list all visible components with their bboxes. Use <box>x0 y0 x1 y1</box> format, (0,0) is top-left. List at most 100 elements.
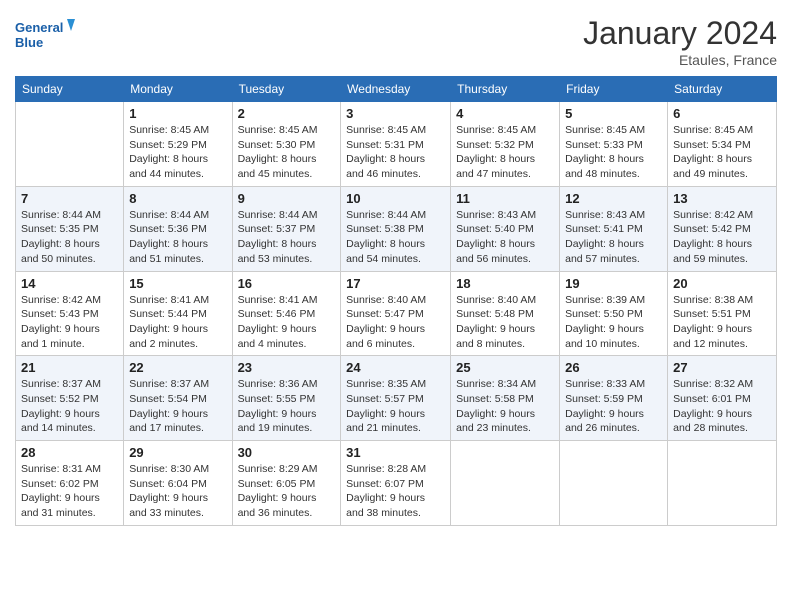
day-info: Sunrise: 8:32 AMSunset: 6:01 PMDaylight:… <box>673 377 771 436</box>
day-cell: 2Sunrise: 8:45 AMSunset: 5:30 PMDaylight… <box>232 102 341 187</box>
week-row-4: 21 Sunrise: 8:37 AMSunset: 5:52 PMDayligh… <box>16 356 777 441</box>
day-cell: 22 Sunrise: 8:37 AMSunset: 5:54 PMDayligh… <box>124 356 232 441</box>
day-cell: 29Sunrise: 8:30 AMSunset: 6:04 PMDayligh… <box>124 441 232 526</box>
day-number: 14 <box>21 276 118 291</box>
day-cell: 13 Sunrise: 8:42 AMSunset: 5:42 PMDayligh… <box>668 186 777 271</box>
title-block: January 2024 Etaules, France <box>583 15 777 68</box>
day-number: 22 <box>129 360 226 375</box>
day-info: Sunrise: 8:37 AMSunset: 5:52 PMDaylight:… <box>21 377 118 436</box>
day-info: Sunrise: 8:36 AMSunset: 5:55 PMDaylight:… <box>238 377 336 436</box>
day-number: 13 <box>673 191 771 206</box>
day-number: 12 <box>565 191 662 206</box>
header: General Blue January 2024 Etaules, Franc… <box>15 15 777 68</box>
day-number: 7 <box>21 191 118 206</box>
day-cell: 27 Sunrise: 8:32 AMSunset: 6:01 PMDayligh… <box>668 356 777 441</box>
day-info: Sunrise: 8:41 AMSunset: 5:46 PMDaylight:… <box>238 293 336 352</box>
day-number: 5 <box>565 106 662 121</box>
week-row-2: 7Sunrise: 8:44 AMSunset: 5:35 PMDaylight… <box>16 186 777 271</box>
day-cell <box>560 441 668 526</box>
day-info: Sunrise: 8:45 AMSunset: 5:29 PMDaylight:… <box>129 123 226 182</box>
day-cell: 15Sunrise: 8:41 AMSunset: 5:44 PMDayligh… <box>124 271 232 356</box>
day-number: 20 <box>673 276 771 291</box>
day-cell: 21 Sunrise: 8:37 AMSunset: 5:52 PMDayligh… <box>16 356 124 441</box>
day-info: Sunrise: 8:44 AMSunset: 5:37 PMDaylight:… <box>238 208 336 267</box>
day-number: 27 <box>673 360 771 375</box>
week-row-5: 28Sunrise: 8:31 AMSunset: 6:02 PMDayligh… <box>16 441 777 526</box>
week-row-1: 1 Sunrise: 8:45 AMSunset: 5:29 PMDaylight… <box>16 102 777 187</box>
day-number: 31 <box>346 445 445 460</box>
logo-svg: General Blue <box>15 15 75 55</box>
day-cell: 28Sunrise: 8:31 AMSunset: 6:02 PMDayligh… <box>16 441 124 526</box>
day-header-monday: Monday <box>124 77 232 102</box>
day-cell: 1 Sunrise: 8:45 AMSunset: 5:29 PMDaylight… <box>124 102 232 187</box>
day-info: Sunrise: 8:42 AMSunset: 5:42 PMDaylight:… <box>673 208 771 267</box>
day-header-sunday: Sunday <box>16 77 124 102</box>
day-info: Sunrise: 8:33 AMSunset: 5:59 PMDaylight:… <box>565 377 662 436</box>
day-cell: 11Sunrise: 8:43 AMSunset: 5:40 PMDayligh… <box>451 186 560 271</box>
day-info: Sunrise: 8:45 AMSunset: 5:31 PMDaylight:… <box>346 123 445 182</box>
day-cell: 30Sunrise: 8:29 AMSunset: 6:05 PMDayligh… <box>232 441 341 526</box>
day-cell: 4Sunrise: 8:45 AMSunset: 5:32 PMDaylight… <box>451 102 560 187</box>
day-header-thursday: Thursday <box>451 77 560 102</box>
day-info: Sunrise: 8:44 AMSunset: 5:36 PMDaylight:… <box>129 208 226 267</box>
page-container: General Blue January 2024 Etaules, Franc… <box>0 0 792 612</box>
day-cell: 9 Sunrise: 8:44 AMSunset: 5:37 PMDaylight… <box>232 186 341 271</box>
day-number: 21 <box>21 360 118 375</box>
day-info: Sunrise: 8:41 AMSunset: 5:44 PMDaylight:… <box>129 293 226 352</box>
day-info: Sunrise: 8:29 AMSunset: 6:05 PMDaylight:… <box>238 462 336 521</box>
day-cell <box>451 441 560 526</box>
day-cell: 8 Sunrise: 8:44 AMSunset: 5:36 PMDaylight… <box>124 186 232 271</box>
day-cell: 6Sunrise: 8:45 AMSunset: 5:34 PMDaylight… <box>668 102 777 187</box>
day-number: 26 <box>565 360 662 375</box>
day-cell: 17Sunrise: 8:40 AMSunset: 5:47 PMDayligh… <box>341 271 451 356</box>
day-cell: 16 Sunrise: 8:41 AMSunset: 5:46 PMDayligh… <box>232 271 341 356</box>
day-cell <box>16 102 124 187</box>
day-info: Sunrise: 8:34 AMSunset: 5:58 PMDaylight:… <box>456 377 554 436</box>
day-cell: 3 Sunrise: 8:45 AMSunset: 5:31 PMDaylight… <box>341 102 451 187</box>
day-number: 18 <box>456 276 554 291</box>
day-cell: 18 Sunrise: 8:40 AMSunset: 5:48 PMDayligh… <box>451 271 560 356</box>
day-info: Sunrise: 8:38 AMSunset: 5:51 PMDaylight:… <box>673 293 771 352</box>
day-info: Sunrise: 8:35 AMSunset: 5:57 PMDaylight:… <box>346 377 445 436</box>
day-cell: 25Sunrise: 8:34 AMSunset: 5:58 PMDayligh… <box>451 356 560 441</box>
day-number: 9 <box>238 191 336 206</box>
day-info: Sunrise: 8:45 AMSunset: 5:33 PMDaylight:… <box>565 123 662 182</box>
day-header-tuesday: Tuesday <box>232 77 341 102</box>
day-number: 16 <box>238 276 336 291</box>
day-info: Sunrise: 8:37 AMSunset: 5:54 PMDaylight:… <box>129 377 226 436</box>
day-number: 24 <box>346 360 445 375</box>
day-cell: 20 Sunrise: 8:38 AMSunset: 5:51 PMDayligh… <box>668 271 777 356</box>
day-cell: 10Sunrise: 8:44 AMSunset: 5:38 PMDayligh… <box>341 186 451 271</box>
day-cell: 26 Sunrise: 8:33 AMSunset: 5:59 PMDayligh… <box>560 356 668 441</box>
logo: General Blue <box>15 15 75 55</box>
day-number: 3 <box>346 106 445 121</box>
day-cell: 12 Sunrise: 8:43 AMSunset: 5:41 PMDayligh… <box>560 186 668 271</box>
location: Etaules, France <box>583 52 777 68</box>
day-cell: 19 Sunrise: 8:39 AMSunset: 5:50 PMDayligh… <box>560 271 668 356</box>
day-info: Sunrise: 8:42 AMSunset: 5:43 PMDaylight:… <box>21 293 118 352</box>
day-cell: 24 Sunrise: 8:35 AMSunset: 5:57 PMDayligh… <box>341 356 451 441</box>
day-number: 29 <box>129 445 226 460</box>
day-cell: 14 Sunrise: 8:42 AMSunset: 5:43 PMDayligh… <box>16 271 124 356</box>
day-number: 8 <box>129 191 226 206</box>
day-cell: 7Sunrise: 8:44 AMSunset: 5:35 PMDaylight… <box>16 186 124 271</box>
day-info: Sunrise: 8:40 AMSunset: 5:48 PMDaylight:… <box>456 293 554 352</box>
day-number: 28 <box>21 445 118 460</box>
day-cell <box>668 441 777 526</box>
calendar-table: SundayMondayTuesdayWednesdayThursdayFrid… <box>15 76 777 526</box>
svg-text:General: General <box>15 20 63 35</box>
day-header-friday: Friday <box>560 77 668 102</box>
day-number: 11 <box>456 191 554 206</box>
day-cell: 31Sunrise: 8:28 AMSunset: 6:07 PMDayligh… <box>341 441 451 526</box>
day-info: Sunrise: 8:43 AMSunset: 5:41 PMDaylight:… <box>565 208 662 267</box>
svg-text:Blue: Blue <box>15 35 43 50</box>
day-header-wednesday: Wednesday <box>341 77 451 102</box>
day-number: 17 <box>346 276 445 291</box>
day-header-saturday: Saturday <box>668 77 777 102</box>
day-number: 1 <box>129 106 226 121</box>
day-info: Sunrise: 8:39 AMSunset: 5:50 PMDaylight:… <box>565 293 662 352</box>
month-title: January 2024 <box>583 15 777 52</box>
day-info: Sunrise: 8:45 AMSunset: 5:30 PMDaylight:… <box>238 123 336 182</box>
day-info: Sunrise: 8:45 AMSunset: 5:34 PMDaylight:… <box>673 123 771 182</box>
day-number: 19 <box>565 276 662 291</box>
